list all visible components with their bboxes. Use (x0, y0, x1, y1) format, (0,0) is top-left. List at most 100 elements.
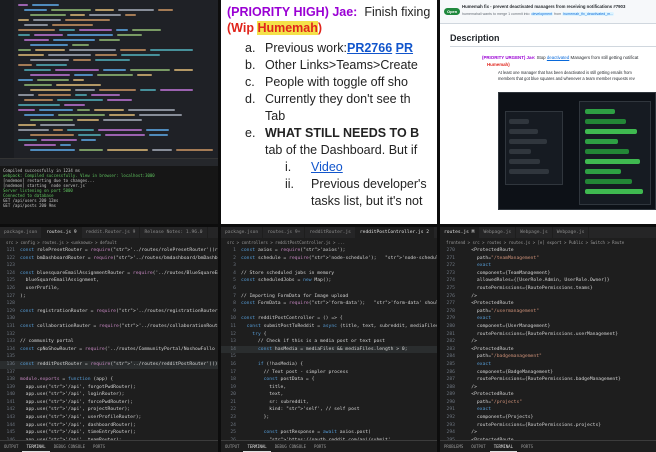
editor-tab[interactable]: Webpage.js (553, 227, 590, 238)
code-line[interactable]: 1 const axios = require("str">'axios'); (221, 247, 437, 255)
code-line[interactable]: 283 <ProtectedRoute (440, 346, 656, 354)
code-line[interactable]: 3 (221, 262, 437, 270)
code-line[interactable]: 293 routePermissions={RoutePermissions.p… (440, 422, 656, 430)
code-line[interactable]: 279 exact (440, 315, 656, 323)
base-branch[interactable]: development (530, 12, 554, 16)
code-line[interactable]: 21 sr: subreddit, (221, 399, 437, 407)
code-line[interactable]: 2 const schedule = require("str">'node-sc… (221, 255, 437, 263)
embedded-screenshot[interactable] (498, 92, 656, 210)
code-line[interactable]: 4 // Store scheduled jobs in memory (221, 270, 437, 278)
code-line[interactable]: 289 <ProtectedRoute (440, 391, 656, 399)
code-line[interactable]: 276 /> (440, 293, 656, 301)
head-branch[interactable]: humemah_fix_deactivated_m... (562, 12, 615, 16)
editor-tab[interactable]: Webpage.js (516, 227, 553, 238)
editor-tab-active[interactable]: redditPostController.js 2 (355, 227, 435, 238)
code-line[interactable]: 22 kind: "str">'self', // self post (221, 406, 437, 414)
code-line[interactable]: 273 component={TeamManagement} (440, 270, 656, 278)
code-line[interactable]: 7 // Importing FormData for Image upload (221, 293, 437, 301)
code-line[interactable]: 138 module.exports = function (app) { (0, 376, 218, 384)
breadcrumb[interactable]: src > controllers > redditPostController… (221, 238, 437, 247)
code-line[interactable]: 10 const redditPostController = () => { (221, 315, 437, 323)
code-line[interactable]: 13 // Check if this is a media post or t… (221, 338, 437, 346)
panel-tab[interactable]: PROBLEMS (440, 441, 467, 452)
code-area[interactable]: 270 <ProtectedRoute 271 path="/teamManage… (440, 247, 656, 452)
code-line[interactable]: 272 exact (440, 262, 656, 270)
code-line[interactable]: 140 app.use("str">'/api', loginRouter); (0, 391, 218, 399)
code-line[interactable]: 141 app.use("str">'/api', forcePwdRouter… (0, 399, 218, 407)
code-line[interactable]: 291 exact (440, 406, 656, 414)
breadcrumb[interactable]: src > config > routes.js > <unknown> > d… (0, 238, 218, 247)
code-line[interactable]: 23 }; (221, 414, 437, 422)
panel-tab-active[interactable]: TERMINAL (22, 441, 50, 452)
code-area[interactable]: 121 const rolePresetRouter = require("str… (0, 247, 218, 452)
code-line[interactable]: 274 allowedRoles={[UserRole.Admin, UserR… (440, 277, 656, 285)
code-line[interactable]: 126 userProfile, (0, 285, 218, 293)
code-line[interactable]: 271 path="/teamManagement" (440, 255, 656, 263)
editor-tab[interactable]: redditRouter.js (305, 227, 356, 238)
code-line[interactable]: 131 const collaborationRouter = require("… (0, 323, 218, 331)
code-line[interactable]: 285 exact (440, 361, 656, 369)
code-line[interactable]: 286 component={BadgeManagement} (440, 369, 656, 377)
panel-tab[interactable]: PORTS (310, 441, 330, 452)
terminal-output[interactable]: Compiled successfully in 1234 ms webpack… (0, 166, 218, 224)
code-line[interactable]: 281 routePermissions={RoutePermissions.u… (440, 331, 656, 339)
code-line[interactable]: 18 const postData = { (221, 376, 437, 384)
code-line[interactable]: 125 blueSquareEmailAssignment, (0, 277, 218, 285)
code-line[interactable]: 15 (221, 353, 437, 361)
code-line[interactable]: 11 const submitPostToReddit = async (tit… (221, 323, 437, 331)
document-body[interactable]: (PRIORITY HIGH) Jae: Finish fixing (Wip … (227, 4, 437, 210)
editor-tab[interactable]: Release Notes: 1.96.0 (140, 227, 208, 238)
panel-tab[interactable]: DEBUG CONSOLE (50, 441, 89, 452)
code-line[interactable]: 280 component={UserManagement} (440, 323, 656, 331)
code-line[interactable]: 143 app.use("str">'/api', userProfileRou… (0, 414, 218, 422)
panel-tab-active[interactable]: TERMINAL (489, 441, 517, 452)
code-line[interactable]: 9 (221, 308, 437, 316)
panel-tabs[interactable]: Problems Output Debug Console Terminal P… (0, 158, 218, 175)
code-line[interactable]: 134 const cpNoShowRouter = require('../ro… (0, 346, 218, 354)
code-line[interactable]: 137 (0, 369, 218, 377)
code-line[interactable]: 136 const redditPostRouter = require("str… (0, 360, 218, 369)
panel-tab[interactable]: PORTS (89, 441, 109, 452)
panel-tab[interactable]: OUTPUT (467, 441, 489, 452)
code-line[interactable]: 12 try { (221, 331, 437, 339)
code-line[interactable]: 284 path="/badgemanagement" (440, 353, 656, 361)
code-area[interactable]: 1 const axios = require("str">'axios'); 2 c… (221, 247, 437, 452)
code-line[interactable]: 288 /> (440, 384, 656, 392)
bullet-link[interactable]: deactivated (547, 55, 569, 60)
code-line[interactable]: 121 const rolePresetRouter = require("str… (0, 247, 218, 255)
code-line[interactable]: 275 routePermissions={RoutePermissions.t… (440, 285, 656, 293)
panel-tab[interactable]: OUTPUT (0, 441, 22, 452)
code-line[interactable]: 145 app.use("str">'/api', timeEntryRoute… (0, 429, 218, 437)
code-line[interactable]: 290 path="/projects" (440, 399, 656, 407)
code-line[interactable]: 124 const bluesquareEmailAssignmentRouter… (0, 270, 218, 278)
code-line[interactable]: 130 (0, 315, 218, 323)
code-line[interactable]: 17 // Text post - simpler process (221, 369, 437, 377)
code-line[interactable]: 128 (0, 300, 218, 308)
code-line[interactable]: 20 text, (221, 391, 437, 399)
code-line[interactable]: 142 app.use("str">'/api', projectRouter)… (0, 406, 218, 414)
editor-tab[interactable]: package.json (221, 227, 264, 238)
code-line[interactable]: 6 (221, 285, 437, 293)
code-line[interactable]: 270 <ProtectedRoute (440, 247, 656, 255)
video-link[interactable]: Video (311, 159, 343, 176)
code-line[interactable]: 135 (0, 353, 218, 361)
breadcrumb[interactable]: frontend > src > routes > routes.js > [e… (440, 238, 656, 247)
code-line[interactable]: 133 // community portal (0, 338, 218, 346)
panel-tab[interactable]: PORTS (517, 441, 537, 452)
code-line[interactable]: 14 const hasMedia = mediaFiles && mediaF… (221, 345, 437, 354)
code-line[interactable]: 25 const postResponse = await axios.post… (221, 429, 437, 437)
pr-link[interactable]: PR2766 (347, 40, 392, 57)
code-line[interactable]: 132 (0, 331, 218, 339)
code-line[interactable]: 19 title, (221, 384, 437, 392)
pr-link-2[interactable]: PR (396, 40, 413, 57)
code-line[interactable]: 129 const registrationRouter = require("s… (0, 308, 218, 316)
code-line[interactable]: 5 const scheduledJobs = new Map(); (221, 277, 437, 285)
panel-tab[interactable]: OUTPUT (221, 441, 243, 452)
code-line[interactable]: 287 routePermissions={RoutePermissions.b… (440, 376, 656, 384)
editor-tab-active[interactable]: routes.js M (440, 227, 480, 238)
code-line[interactable]: 122 const bmDashboardRouter = require("st… (0, 255, 218, 263)
editor-tab-active[interactable]: routes.js 9 (42, 227, 82, 238)
code-line[interactable]: 8 const FormData = require("str">'form-da… (221, 300, 437, 308)
code-line[interactable]: 123 (0, 262, 218, 270)
panel-tab-active[interactable]: TERMINAL (243, 441, 271, 452)
